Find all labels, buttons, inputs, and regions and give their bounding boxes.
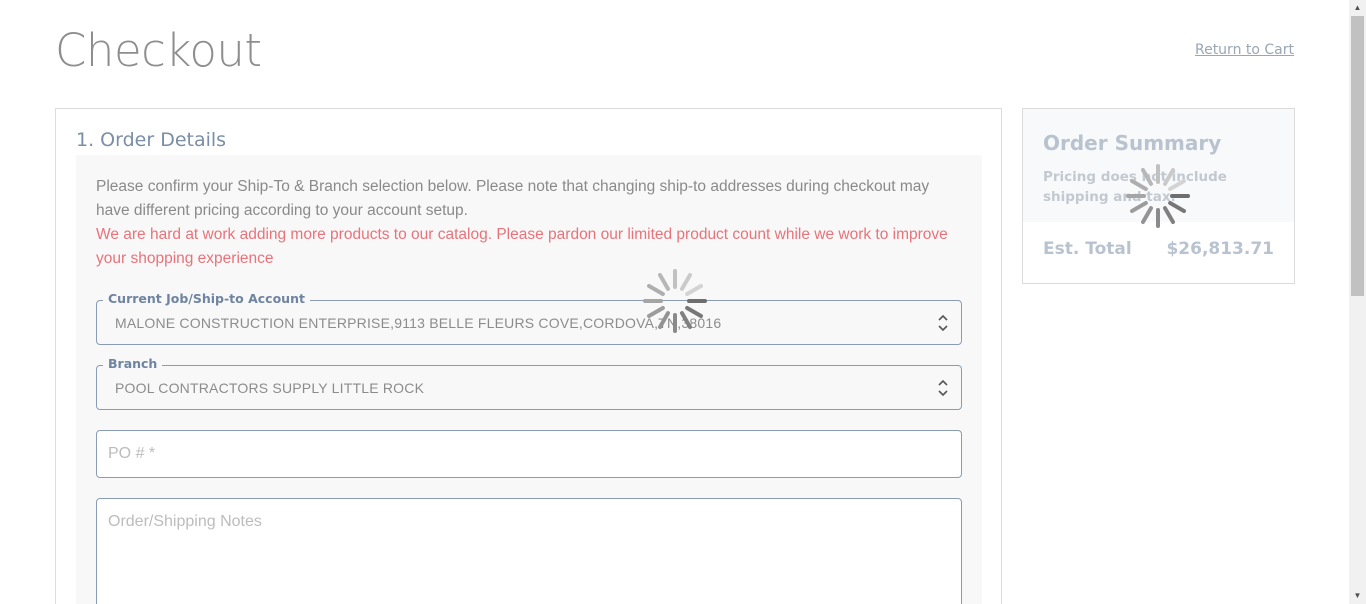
po-number-input[interactable]: PO # * xyxy=(96,430,962,478)
branch-value: POOL CONTRACTORS SUPPLY LITTLE ROCK xyxy=(115,380,425,396)
order-notes-textarea[interactable]: Order/Shipping Notes xyxy=(96,498,962,604)
order-notes-placeholder: Order/Shipping Notes xyxy=(108,513,262,530)
ship-to-intro-text: Please confirm your Ship-To & Branch sel… xyxy=(96,178,930,219)
ship-to-account-value: MALONE CONSTRUCTION ENTERPRISE,9113 BELL… xyxy=(115,315,722,331)
catalog-notice-text: We are hard at work adding more products… xyxy=(96,226,948,267)
est-total-value: $26,813.71 xyxy=(1166,239,1274,259)
scroll-up-arrow-icon[interactable]: ▲ xyxy=(1349,0,1366,16)
chevron-up-down-icon xyxy=(938,314,948,332)
page-title: Checkout xyxy=(55,24,262,77)
scroll-down-arrow-icon[interactable]: ▼ xyxy=(1349,588,1366,604)
branch-select[interactable]: Branch POOL CONTRACTORS SUPPLY LITTLE RO… xyxy=(96,356,962,410)
loading-spinner-icon xyxy=(1126,164,1190,228)
order-summary-title: Order Summary xyxy=(1043,131,1222,155)
scrollbar-thumb[interactable] xyxy=(1351,16,1364,296)
return-to-cart-link[interactable]: Return to Cart xyxy=(1195,42,1294,58)
ship-to-account-label: Current Job/Ship-to Account xyxy=(103,291,310,306)
est-total-label: Est. Total xyxy=(1043,239,1132,259)
branch-label: Branch xyxy=(103,356,163,371)
ship-to-account-select[interactable]: Current Job/Ship-to Account MALONE CONST… xyxy=(96,291,962,345)
loading-spinner-icon xyxy=(643,269,707,333)
chevron-up-down-icon xyxy=(938,379,948,397)
order-details-heading: 1. Order Details xyxy=(76,129,227,151)
order-details-panel: 1. Order Details Please confirm your Shi… xyxy=(55,108,1002,604)
page-scrollbar[interactable]: ▲ ▼ xyxy=(1349,0,1366,604)
order-details-form: Please confirm your Ship-To & Branch sel… xyxy=(76,155,982,604)
po-number-placeholder: PO # * xyxy=(108,445,156,462)
